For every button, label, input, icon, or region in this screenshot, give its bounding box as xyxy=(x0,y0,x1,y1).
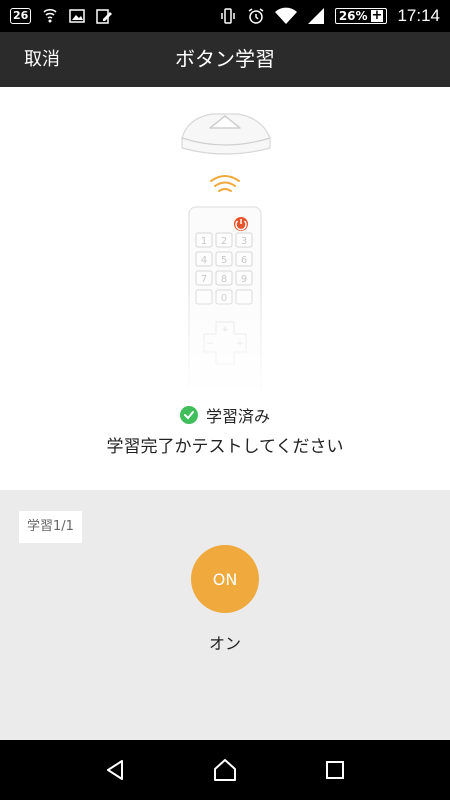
remote-key-label: 6 xyxy=(241,255,247,266)
learning-status-text: 学習済み xyxy=(205,407,270,426)
remote-key-label: 1 xyxy=(201,236,207,247)
remote-key-label: 4 xyxy=(201,255,207,266)
page-title: ボタン学習 xyxy=(175,47,275,71)
check-circle-icon xyxy=(179,406,198,424)
app-bar: 取消 ボタン学習 xyxy=(0,32,450,87)
home-nav-button[interactable] xyxy=(205,750,245,790)
home-icon xyxy=(214,759,236,781)
wifi-calling-icon xyxy=(41,7,59,25)
navigation-bar xyxy=(0,740,450,800)
status-right: 26% + 17:14 xyxy=(219,6,440,26)
ir-hub-icon xyxy=(181,113,271,155)
remote-key-label: 3 xyxy=(241,236,247,247)
edit-note-icon xyxy=(95,7,113,25)
on-button-caption: オン xyxy=(208,634,241,653)
ir-signal-icon xyxy=(210,175,240,192)
status-left: 26 xyxy=(10,7,113,25)
alarm-icon xyxy=(247,7,265,25)
remote-control-icon: 1234567890 + − + xyxy=(180,206,270,408)
learning-step-chip: 学習1/1 xyxy=(19,511,82,543)
image-icon xyxy=(69,8,86,24)
test-instruction: 学習完了かテストしてください xyxy=(106,437,344,457)
learning-status: 学習済み xyxy=(0,403,450,427)
vibrate-icon xyxy=(219,7,237,25)
signal-icon xyxy=(307,7,325,25)
recents-square-icon xyxy=(326,761,344,779)
battery-icon: 26% + xyxy=(334,8,388,24)
on-test-button[interactable]: ON xyxy=(191,545,259,613)
learning-illustration: 1234567890 + − + xyxy=(0,100,450,408)
cancel-button[interactable]: 取消 xyxy=(24,32,60,87)
back-triangle-icon xyxy=(107,760,123,780)
remote-key-label: 2 xyxy=(221,236,227,247)
learning-panel: 学習1/1 ON オン xyxy=(0,490,450,740)
wifi-icon xyxy=(274,7,297,25)
remote-key-label: 5 xyxy=(221,255,227,266)
back-nav-button[interactable] xyxy=(95,750,135,790)
notification-count-icon: 26 xyxy=(10,8,32,24)
charging-indicator: + xyxy=(370,8,384,23)
clock: 17:14 xyxy=(397,6,440,25)
status-bar: 26 26% + 17:14 xyxy=(0,0,450,32)
battery-percent: 26% xyxy=(338,9,368,23)
recents-nav-button[interactable] xyxy=(315,750,355,790)
